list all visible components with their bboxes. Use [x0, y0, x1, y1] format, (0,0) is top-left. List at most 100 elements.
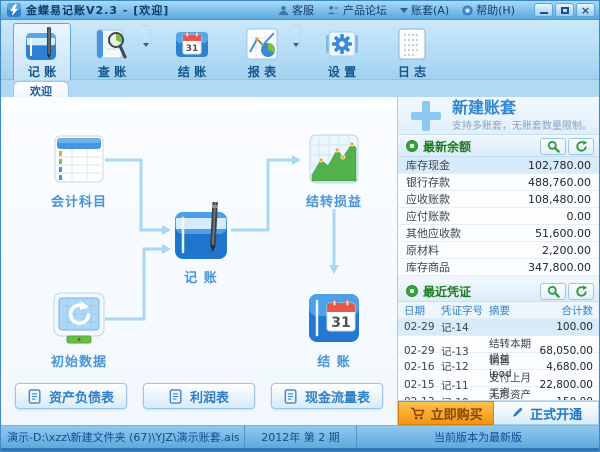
node-label: 结 账 — [317, 351, 351, 370]
account-balance: 347,800.00 — [528, 261, 591, 274]
account-name: 库存现金 — [406, 157, 450, 173]
app-logo-icon — [7, 3, 21, 17]
toolbar-button-audit[interactable]: 查 账 — [83, 23, 141, 82]
workflow-canvas: 会计科目 结转损益 记 账 初始数据 — [1, 97, 397, 425]
node-profit-transfer[interactable]: 结转损益 — [292, 133, 376, 210]
green-dot-icon — [406, 140, 418, 152]
window-controls: × — [534, 3, 595, 17]
monitor-restore-icon — [52, 291, 106, 345]
voucher-amount: 4,680.00 — [531, 361, 593, 373]
income-statement-button[interactable]: 利润表 — [143, 383, 255, 409]
toolbar-button-log[interactable]: 日 志 — [383, 23, 441, 82]
voucher-date: 02-29 — [404, 345, 441, 357]
account-set-label: 账套(A) — [411, 2, 449, 18]
balance-sheet-button[interactable]: 资产负债表 — [15, 383, 127, 409]
account-balance: 488,760.00 — [528, 176, 591, 189]
minimize-button[interactable] — [534, 3, 553, 17]
col-date: 日期 — [404, 303, 441, 318]
account-name: 应收账款 — [406, 191, 450, 207]
node-label: 记 账 — [184, 267, 218, 286]
report-button-label: 现金流量表 — [305, 387, 370, 406]
new-account-banner[interactable]: 新建账套 支持多账套，无账套数量限制。 — [398, 97, 599, 135]
forum-link[interactable]: 产品论坛 — [327, 2, 387, 18]
activate-label: 正式开通 — [530, 404, 582, 423]
balance-search-button[interactable] — [540, 138, 566, 155]
help-menu[interactable]: 帮助(H) — [462, 2, 515, 18]
person-icon — [278, 5, 289, 16]
activate-button[interactable]: 正式开通 — [494, 401, 599, 425]
account-set-menu[interactable]: 账套(A) — [400, 2, 449, 18]
close-icon: × — [581, 5, 590, 16]
voucher-row[interactable]: 02-29记-13结转本期损益68,050.00 — [398, 335, 599, 352]
node-label: 结转损益 — [306, 191, 362, 210]
report-button-label: 资产负债表 — [49, 387, 114, 406]
balance-row[interactable]: 银行存款488,760.00 — [398, 174, 599, 191]
node-chart-of-accounts[interactable]: 会计科目 — [37, 133, 121, 210]
balance-row[interactable]: 库存现金 102,780.00 — [398, 157, 599, 174]
minimize-icon — [540, 12, 548, 14]
close-button[interactable]: × — [576, 3, 595, 17]
main-toolbar: 记 账 查 账 31 结 账 — [1, 20, 599, 80]
maximize-button[interactable] — [555, 3, 574, 17]
new-account-subtitle: 支持多账套，无账套数量限制。 — [452, 117, 592, 132]
buy-now-button[interactable]: 立即购买 — [398, 401, 494, 425]
node-initial-data[interactable]: 初始数据 — [37, 291, 121, 370]
voucher-date: 02-16 — [404, 361, 441, 373]
balance-refresh-button[interactable] — [568, 138, 594, 155]
reports-dropdown-button[interactable] — [291, 25, 301, 65]
audit-dropdown-button[interactable] — [141, 25, 151, 65]
search-icon — [547, 285, 560, 298]
balance-row[interactable]: 原材料2,200.00 — [398, 242, 599, 259]
voucher-search-button[interactable] — [540, 283, 566, 300]
report-buttons: 资产负债表 利润表 现金流量表 — [1, 383, 397, 409]
tab-welcome[interactable]: 欢迎 — [13, 81, 69, 97]
account-name: 库存商品 — [406, 259, 450, 275]
voucher-row[interactable]: 02-29记-14100.00 — [398, 318, 599, 335]
node-bookkeeping[interactable]: 记 账 — [151, 201, 251, 286]
content: 会计科目 结转损益 记 账 初始数据 — [1, 97, 599, 425]
buy-now-label: 立即购买 — [431, 404, 483, 423]
statusbar: 演示-D:\xzz\新建文件夹 (67)\YJZ\演示账套.ais 2012年 … — [1, 425, 599, 451]
report-doc-icon — [28, 388, 42, 405]
statusbar-version: 当前版本为最新版 — [357, 426, 599, 448]
account-balance: 102,780.00 — [528, 159, 591, 172]
balance-row[interactable]: 应收账款108,480.00 — [398, 191, 599, 208]
customer-service-link[interactable]: 客服 — [278, 2, 314, 18]
toolbar-button-closing[interactable]: 31 结 账 — [163, 23, 221, 82]
clipboard-magnifier-icon — [94, 26, 130, 62]
report-button-label: 利润表 — [190, 387, 229, 406]
chevron-down-icon — [293, 43, 299, 47]
node-label: 初始数据 — [51, 351, 107, 370]
voucher-amount: 22,800.00 — [531, 379, 593, 391]
recent-vouchers-title: 最近凭证 — [423, 283, 471, 300]
cart-icon — [410, 407, 425, 420]
report-doc-icon — [284, 388, 298, 405]
balance-row[interactable]: 应付账款0.00 — [398, 208, 599, 225]
recent-vouchers-header: 最近凭证 — [398, 280, 599, 302]
toolbar-label: 结 账 — [178, 63, 206, 80]
voucher-amount: 100.00 — [531, 321, 593, 333]
toolbar-button-reports[interactable]: 报 表 — [233, 23, 291, 82]
customer-service-label: 客服 — [292, 2, 314, 18]
voucher-refresh-button[interactable] — [568, 283, 594, 300]
svg-text:31: 31 — [186, 44, 199, 54]
forum-label: 产品论坛 — [343, 2, 387, 18]
node-closing[interactable]: 31 结 账 — [292, 291, 376, 370]
maximize-icon — [561, 7, 569, 14]
titlebar: 金蝶易记账V2.3 - [欢迎] 客服 产品论坛 账套(A) 帮助(H) × — [1, 1, 599, 20]
toolbar-button-bookkeeping[interactable]: 记 账 — [13, 23, 71, 82]
people-icon — [327, 5, 340, 16]
toolbar-label: 设 置 — [328, 63, 356, 80]
search-icon — [547, 140, 560, 153]
balance-row[interactable]: 其他应收款51,600.00 — [398, 225, 599, 242]
col-summary: 摘要 — [489, 303, 531, 318]
account-balance: 2,200.00 — [542, 244, 591, 257]
cash-flow-button[interactable]: 现金流量表 — [271, 383, 383, 409]
toolbar-button-settings[interactable]: 设 置 — [313, 23, 371, 82]
plus-icon — [411, 101, 441, 131]
balance-row[interactable]: 库存商品 347,800.00 — [398, 259, 599, 276]
account-balance: 0.00 — [567, 210, 592, 223]
voucher-no: 记-11 — [441, 378, 489, 393]
latest-balance-title: 最新余额 — [423, 138, 471, 155]
sidebar: 新建账套 支持多账套，无账套数量限制。 最新余额 库存现金102,780.00 … — [397, 97, 599, 425]
